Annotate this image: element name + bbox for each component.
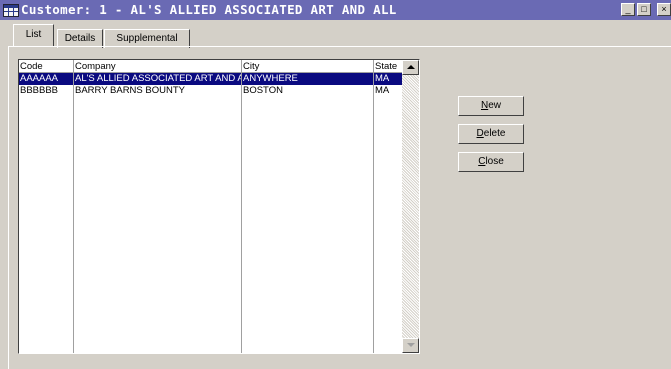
column-header-code[interactable]: Code <box>19 60 73 73</box>
column-header-company[interactable]: Company <box>74 60 241 73</box>
cell-state: MA <box>375 73 390 84</box>
column-divider <box>73 60 74 353</box>
column-divider <box>241 60 242 353</box>
cell-code: AAAAAA <box>20 73 59 84</box>
table-row[interactable]: AAAAAA AL'S ALLIED ASSOCIATED ART AND AL… <box>19 73 402 85</box>
maximize-button[interactable]: □ <box>637 3 651 16</box>
cell-company: BARRY BARNS BOUNTY <box>75 85 185 96</box>
new-button[interactable]: New <box>458 96 524 116</box>
tab-list[interactable]: List <box>13 24 54 46</box>
arrow-down-icon <box>407 343 415 347</box>
cell-company: AL'S ALLIED ASSOCIATED ART AND ALL <box>75 73 242 84</box>
cell-city: BOSTON <box>243 85 283 96</box>
close-button[interactable]: Close <box>458 152 524 172</box>
window-title: Customer: 1 - AL'S ALLIED ASSOCIATED ART… <box>21 2 397 17</box>
close-window-button[interactable]: × <box>657 3 671 16</box>
grid-body: Code Company City State AAAAAA AL'S ALLI… <box>19 60 402 353</box>
cell-code: BBBBBB <box>20 85 59 96</box>
scroll-up-button[interactable] <box>402 60 419 75</box>
column-header-state[interactable]: State <box>374 60 402 73</box>
minimize-button[interactable]: _ <box>621 3 635 16</box>
delete-button[interactable]: Delete <box>458 124 524 144</box>
cell-city: ANYWHERE <box>243 73 298 84</box>
customer-grid[interactable]: Code Company City State AAAAAA AL'S ALLI… <box>18 59 420 354</box>
tab-details-label: Details <box>64 33 96 44</box>
app-grid-icon[interactable] <box>3 4 19 17</box>
column-header-city[interactable]: City <box>242 60 373 73</box>
table-row[interactable]: BBBBBB BARRY BARNS BOUNTY BOSTON MA <box>19 85 402 97</box>
column-divider <box>373 60 374 353</box>
title-bar[interactable]: Customer: 1 - AL'S ALLIED ASSOCIATED ART… <box>0 0 671 20</box>
scroll-down-button[interactable] <box>402 338 419 353</box>
cell-state: MA <box>375 85 390 96</box>
vertical-scrollbar[interactable] <box>402 60 419 353</box>
arrow-up-icon <box>407 65 415 69</box>
